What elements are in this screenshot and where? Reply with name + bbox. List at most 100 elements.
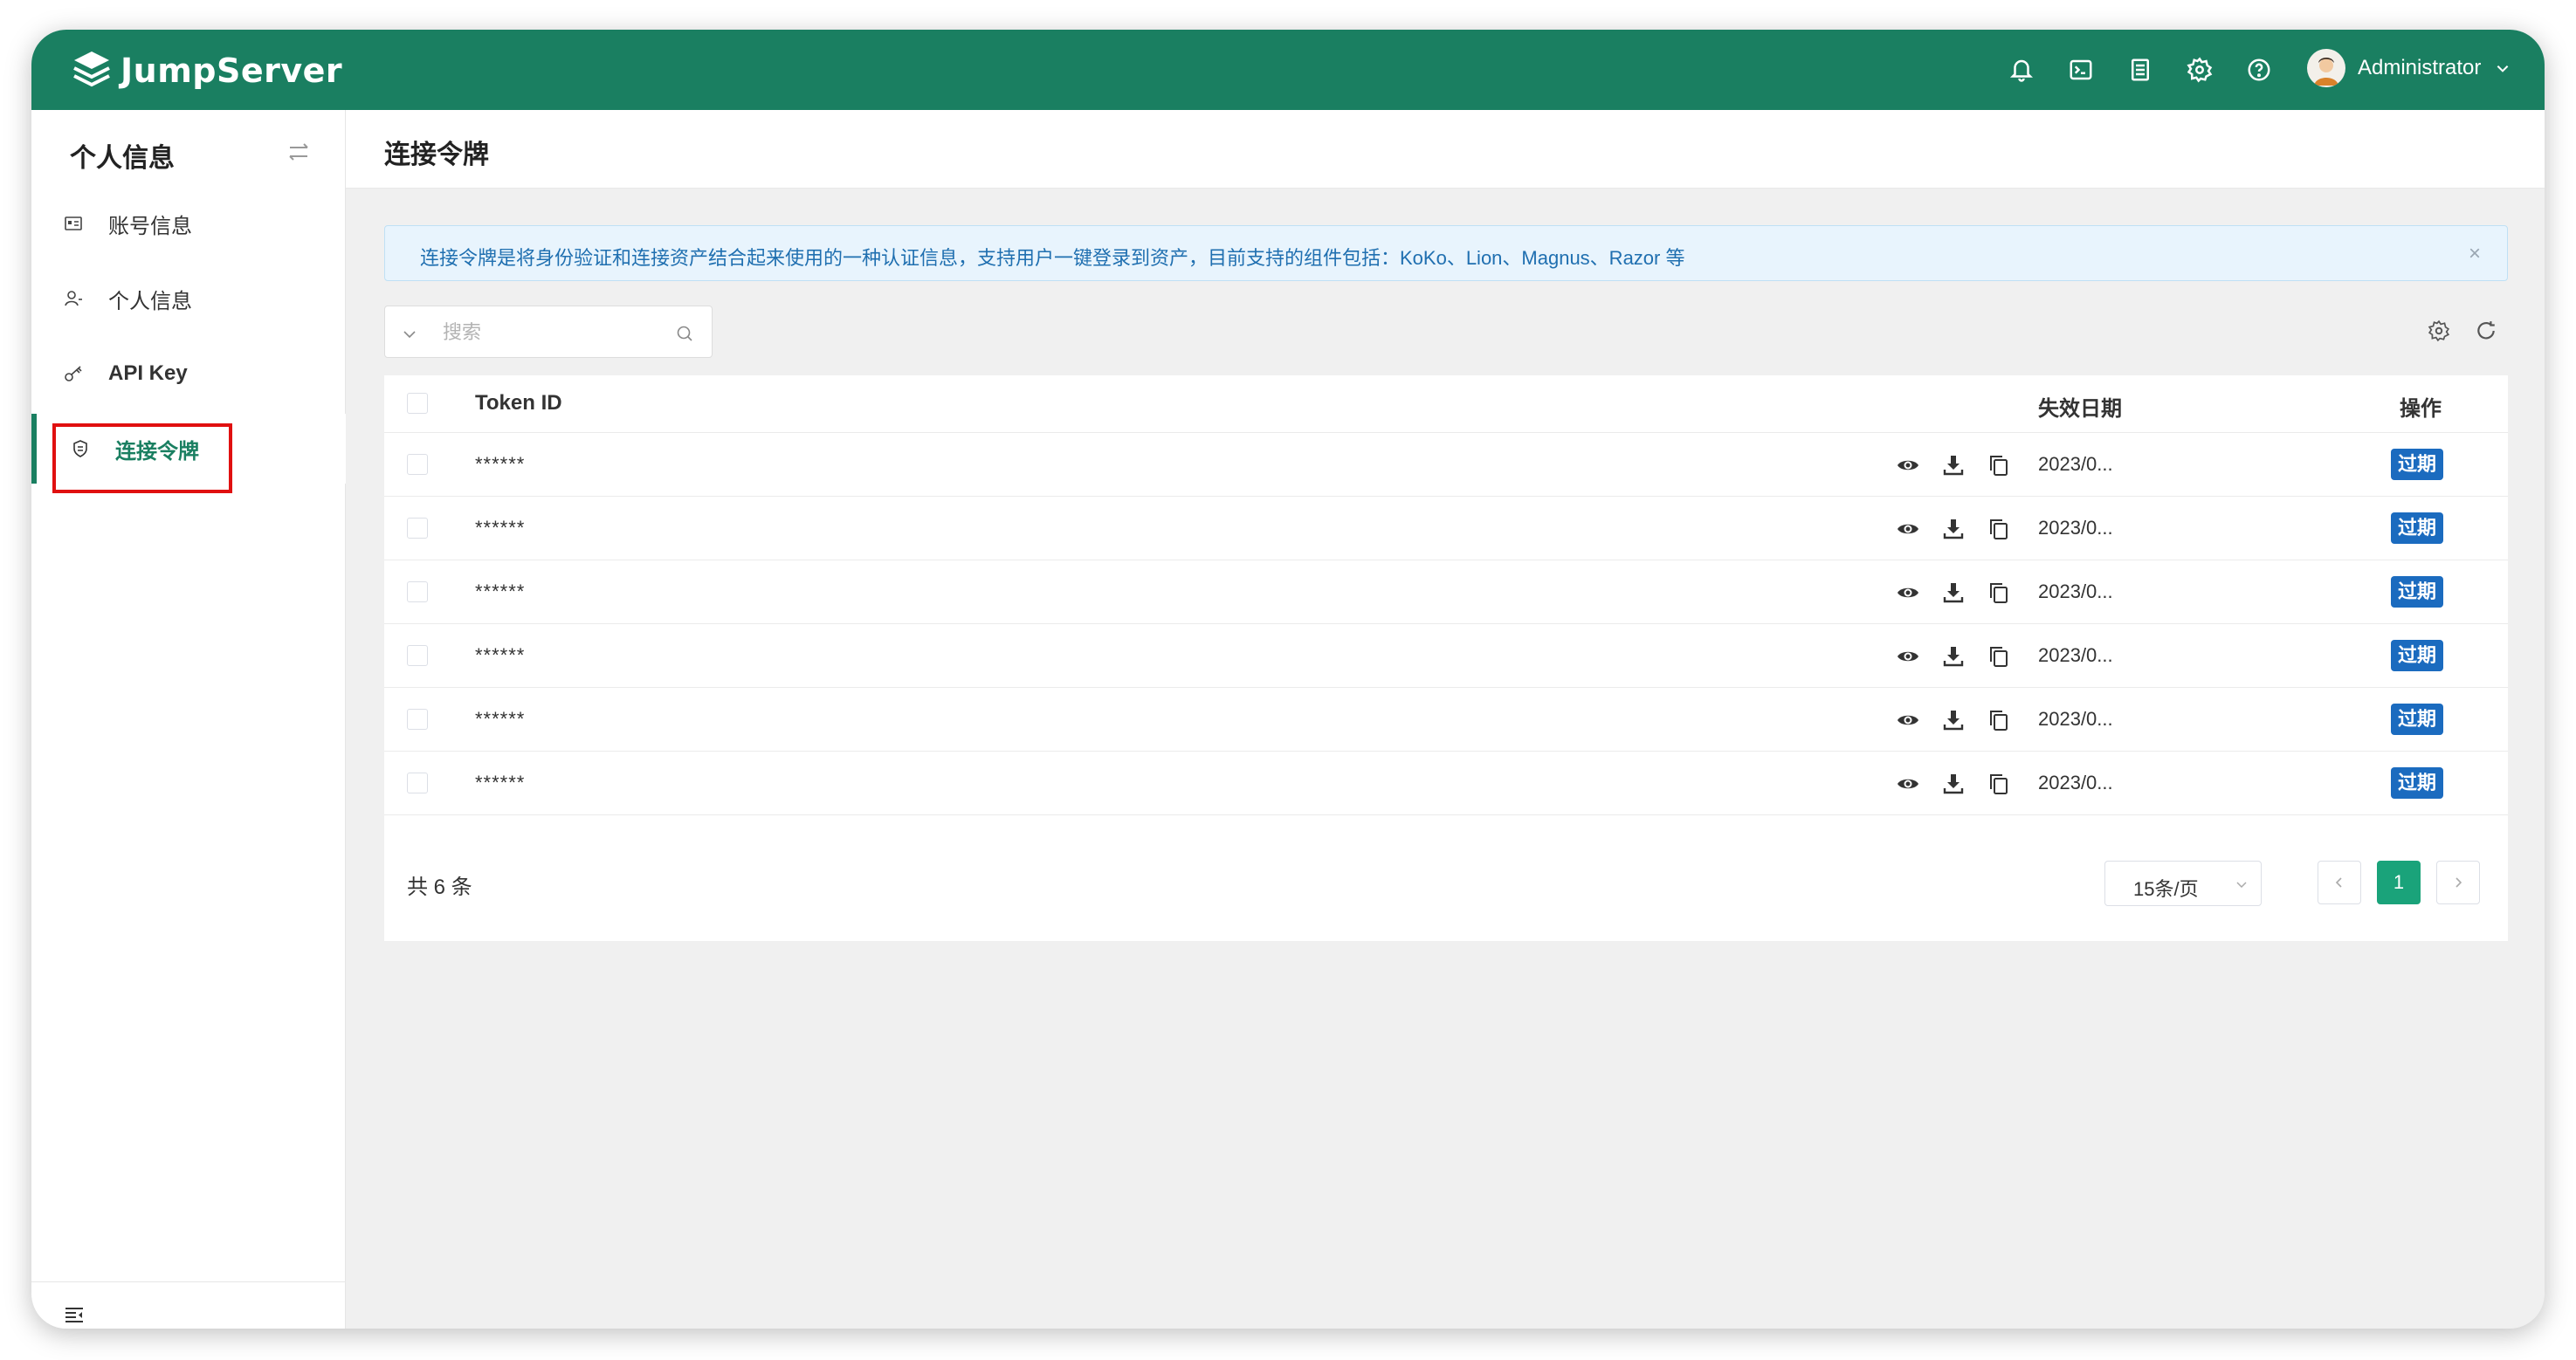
collapse-menu-icon[interactable] — [63, 1303, 86, 1326]
chevron-down-icon — [2236, 882, 2247, 889]
token-id-cell: ****** — [475, 580, 526, 602]
shield-icon — [73, 440, 87, 457]
copy-icon[interactable] — [1986, 771, 2012, 797]
expire-date-cell: 2023/0... — [2038, 772, 2113, 793]
brand-logo[interactable]: JumpServer — [72, 49, 342, 93]
download-icon[interactable] — [1940, 771, 1966, 797]
download-icon[interactable] — [1940, 516, 1966, 542]
avatar — [2307, 49, 2345, 87]
row-checkbox[interactable] — [407, 773, 428, 793]
expire-date-cell: 2023/0... — [2038, 517, 2113, 539]
sidebar-item-personal-info[interactable]: 个人信息 — [31, 264, 346, 333]
page-number-button[interactable]: 1 — [2377, 861, 2421, 904]
sidebar-item-label: 账号信息 — [108, 214, 192, 238]
token-table: Token ID 失效日期 操作 ****** 2023/0... 过期 ******… — [384, 375, 2508, 941]
token-id-cell: ****** — [475, 644, 526, 666]
next-page-button[interactable] — [2436, 861, 2480, 904]
expire-date-cell: 2023/0... — [2038, 453, 2113, 475]
token-id-cell: ****** — [475, 708, 526, 730]
prev-page-button[interactable] — [2318, 861, 2361, 904]
row-checkbox[interactable] — [407, 581, 428, 602]
expire-date-cell: 2023/0... — [2038, 580, 2113, 602]
logo-icon — [73, 52, 110, 87]
user-icon — [65, 291, 82, 306]
help-icon[interactable] — [2244, 55, 2274, 85]
download-icon[interactable] — [1940, 707, 1966, 733]
table-row: ****** 2023/0... 过期 — [384, 497, 2508, 560]
status-badge[interactable]: 过期 — [2391, 449, 2444, 480]
page-size-select[interactable]: 15条/页 — [2104, 861, 2262, 906]
top-navbar: JumpServer Administrator — [31, 30, 2545, 110]
table-header: Token ID 失效日期 操作 — [384, 375, 2508, 433]
search-input[interactable] — [443, 317, 661, 348]
sidebar-footer — [31, 1281, 346, 1329]
status-badge[interactable]: 过期 — [2391, 767, 2444, 799]
copy-icon[interactable] — [1986, 580, 2012, 606]
search-box — [384, 306, 713, 358]
row-checkbox[interactable] — [407, 645, 428, 666]
expire-date-cell: 2023/0... — [2038, 644, 2113, 666]
search-icon[interactable] — [675, 324, 694, 343]
user-name: Administrator — [2358, 56, 2482, 79]
chevron-down-icon[interactable] — [401, 326, 418, 343]
status-badge[interactable]: 过期 — [2391, 512, 2444, 544]
eye-icon[interactable] — [1895, 580, 1921, 606]
table-row: ****** 2023/0... 过期 — [384, 688, 2508, 752]
token-id-cell: ****** — [475, 517, 526, 539]
table-row: ****** 2023/0... 过期 — [384, 624, 2508, 688]
chevron-down-icon — [2497, 65, 2509, 72]
bell-icon[interactable] — [2007, 55, 2036, 85]
eye-icon[interactable] — [1895, 643, 1921, 670]
settings-icon[interactable] — [2428, 319, 2450, 342]
table-row: ****** 2023/0... 过期 — [384, 560, 2508, 624]
eye-icon[interactable] — [1895, 452, 1921, 478]
select-all-checkbox[interactable] — [407, 393, 428, 414]
page-title: 连接令牌 — [384, 141, 489, 169]
notes-icon[interactable] — [2125, 55, 2155, 85]
copy-icon[interactable] — [1986, 643, 2012, 670]
row-checkbox[interactable] — [407, 709, 428, 730]
swap-icon[interactable] — [285, 138, 313, 166]
copy-icon[interactable] — [1986, 707, 2012, 733]
gear-icon[interactable] — [2185, 55, 2214, 85]
row-checkbox[interactable] — [407, 454, 428, 475]
column-header-action: 操作 — [2400, 397, 2442, 421]
chevron-left-icon — [2335, 877, 2342, 888]
total-count: 共 6 条 — [407, 876, 472, 899]
chevron-right-icon — [2455, 877, 2462, 888]
eye-icon[interactable] — [1895, 771, 1921, 797]
status-badge[interactable]: 过期 — [2391, 576, 2444, 608]
user-menu[interactable]: Administrator — [2307, 49, 2511, 87]
sidebar-item-connection-token[interactable]: 连接令牌 — [31, 414, 346, 493]
sidebar-title: 个人信息 — [70, 144, 175, 173]
page-header: 连接令牌 — [346, 110, 2545, 189]
alert-text: 连接令牌是将身份验证和连接资产结合起来使用的一种认证信息，支持用户一键登录到资产… — [420, 247, 1685, 269]
eye-icon[interactable] — [1895, 707, 1921, 733]
download-icon[interactable] — [1940, 580, 1966, 606]
column-header-token-id[interactable]: Token ID — [475, 391, 562, 416]
close-icon[interactable]: × — [2469, 242, 2481, 266]
sidebar-item-account-info[interactable]: 账号信息 — [31, 189, 346, 258]
download-icon[interactable] — [1940, 452, 1966, 478]
token-id-cell: ****** — [475, 453, 526, 475]
download-icon[interactable] — [1940, 643, 1966, 670]
copy-icon[interactable] — [1986, 452, 2012, 478]
row-checkbox[interactable] — [407, 518, 428, 539]
sidebar-item-api-key[interactable]: API Key — [31, 339, 346, 409]
sidebar-item-label: API Key — [108, 361, 188, 385]
refresh-icon[interactable] — [2475, 319, 2497, 342]
copy-icon[interactable] — [1986, 516, 2012, 542]
app-window: JumpServer Administrator 个人信息 账号信息 个人信息 … — [31, 30, 2545, 1329]
table-row: ****** 2023/0... 过期 — [384, 752, 2508, 815]
terminal-icon[interactable] — [2066, 55, 2096, 85]
sidebar: 个人信息 账号信息 个人信息 API Key 连接令牌 — [31, 110, 346, 1329]
token-id-cell: ****** — [475, 772, 526, 793]
table-row: ****** 2023/0... 过期 — [384, 433, 2508, 497]
table-footer: 共 6 条 15条/页 1 — [384, 836, 2508, 941]
expire-date-cell: 2023/0... — [2038, 708, 2113, 730]
key-icon — [65, 366, 82, 381]
column-header-expire[interactable]: 失效日期 — [2038, 391, 2122, 422]
status-badge[interactable]: 过期 — [2391, 640, 2444, 671]
eye-icon[interactable] — [1895, 516, 1921, 542]
status-badge[interactable]: 过期 — [2391, 704, 2444, 735]
